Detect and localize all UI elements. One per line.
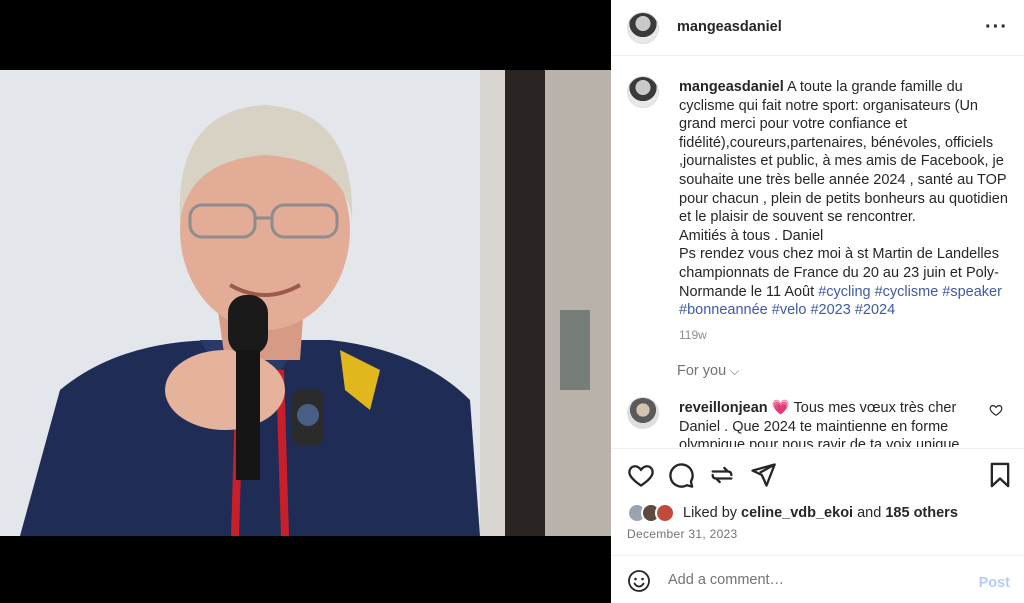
hashtag[interactable]: #cycling (818, 284, 870, 300)
heart-icon[interactable] (627, 461, 655, 489)
author-username[interactable]: mangeasdaniel (677, 19, 782, 35)
post-photo-illustration (0, 70, 611, 536)
emoji-icon[interactable] (627, 569, 651, 593)
hashtag[interactable]: #2024 (855, 302, 895, 318)
post-date[interactable]: December 31, 2023 (627, 527, 738, 541)
likes-user-link[interactable]: celine_vdb_ekoi (741, 505, 853, 521)
liker-avatar[interactable] (655, 503, 675, 523)
post-time-ago[interactable]: 119w (679, 326, 1015, 345)
chevron-down-icon: ⌵ (730, 364, 740, 378)
for-you-label: For you (677, 363, 727, 379)
likes-prefix: Liked by (683, 505, 738, 521)
caption-body: mangeasdaniel A toute la grande famille … (679, 78, 1015, 344)
hashtag[interactable]: #2023 (810, 302, 850, 318)
post-media[interactable] (0, 0, 611, 603)
post-comment-button[interactable]: Post (979, 575, 1010, 591)
caption-ps: Ps rendez vous chez moi à st Martin de L… (679, 245, 1015, 319)
likes-and: and (857, 505, 882, 521)
comment-icon[interactable] (667, 461, 695, 489)
caption-text: A toute la grande famille du cyclisme qu… (679, 79, 1008, 226)
author-avatar[interactable] (627, 12, 659, 44)
likes-others-link[interactable]: 185 others (885, 505, 958, 521)
post-panel: mangeasdaniel ··· mangeasdaniel A toute … (611, 0, 1024, 603)
post-header: mangeasdaniel ··· (611, 0, 1024, 56)
comment-body: reveillonjean 💗 Tous mes vœux très cher … (679, 399, 989, 447)
send-icon[interactable] (749, 461, 777, 489)
commenter-avatar[interactable] (627, 397, 659, 429)
likes-text: Liked by celine_vdb_ekoi and 185 others (683, 505, 958, 521)
post-photo (0, 70, 611, 536)
comment-composer: Post (611, 555, 1024, 603)
caption-signoff: Amitiés à tous . Daniel (679, 227, 824, 244)
caption-author-avatar[interactable] (627, 76, 659, 108)
more-options-icon[interactable]: ··· (985, 16, 1008, 39)
commenter-username[interactable]: reveillonjean (679, 400, 768, 416)
heart-emoji: 💗 (771, 400, 790, 416)
repost-icon[interactable] (708, 461, 736, 489)
comment-item: reveillonjean 💗 Tous mes vœux très cher … (627, 395, 1017, 447)
comment-input[interactable] (668, 568, 968, 592)
caption-author-username[interactable]: mangeasdaniel (679, 79, 784, 95)
post-actions (611, 448, 1024, 500)
likes-summary: Liked by celine_vdb_ekoi and 185 others (627, 503, 1017, 525)
hashtag[interactable]: #bonneannée (679, 302, 768, 318)
hashtag[interactable]: #speaker (942, 284, 1002, 300)
hashtag[interactable]: #cyclisme (875, 284, 939, 300)
comment-like-icon[interactable] (989, 403, 1003, 417)
for-you-toggle[interactable]: For you ⌵ (677, 363, 739, 379)
bookmark-icon[interactable] (986, 461, 1014, 489)
hashtag[interactable]: #velo (772, 302, 807, 318)
